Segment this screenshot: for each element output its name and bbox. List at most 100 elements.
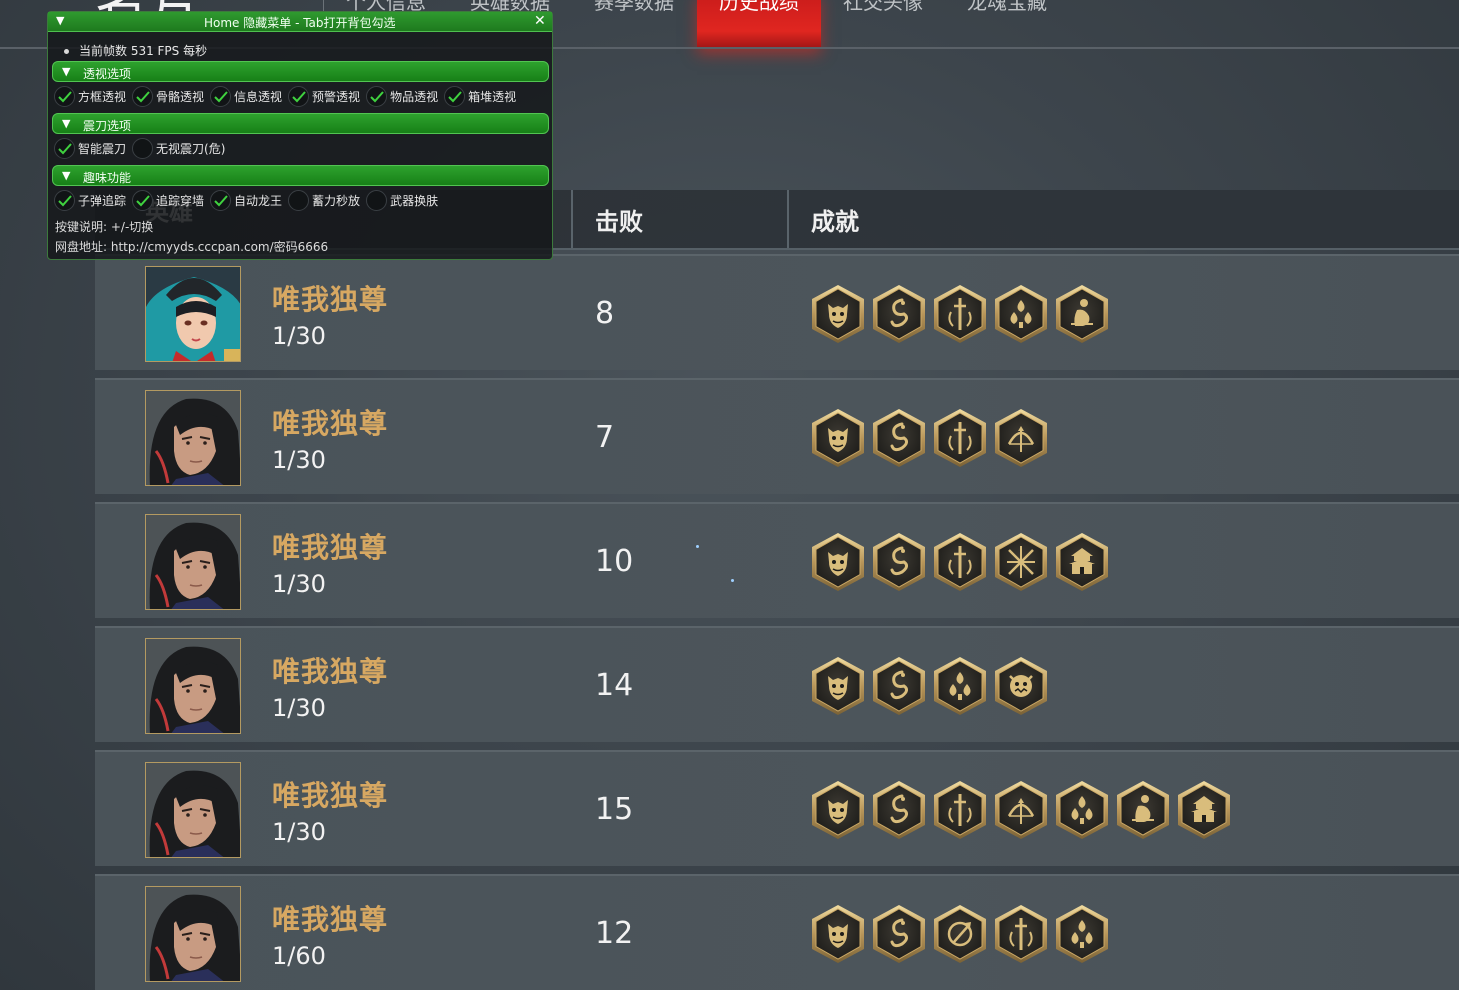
hero-name: 唯我独尊 [272, 531, 389, 564]
key-hint: 按键说明: +/-切换 [55, 220, 154, 234]
demon-mask-icon[interactable] [811, 780, 865, 840]
collapse-triangle-icon[interactable]: ▼ [62, 65, 70, 78]
section-blade-options[interactable]: ▼ 震刀选项 [52, 113, 549, 134]
section-label: 透视选项 [83, 67, 132, 81]
checkmark-icon[interactable] [444, 86, 466, 107]
checkbox-option[interactable]: 骨骼透视 [132, 86, 204, 107]
checkbox-option[interactable]: 武器换肤 [366, 190, 438, 211]
checkmark-icon[interactable] [288, 86, 310, 107]
checkmark-icon[interactable] [366, 86, 388, 107]
option-label: 方框透视 [78, 90, 127, 104]
table-row[interactable]: 唯我独尊 1/60 12 [95, 874, 1459, 990]
tab-label: 社交头像 [843, 0, 923, 14]
checkbox-option[interactable]: 子弹追踪 [54, 190, 126, 211]
checkmark-icon[interactable] [54, 138, 75, 159]
achievement-list [811, 656, 1048, 716]
checkbox-option[interactable]: 追踪穿墙 [132, 190, 204, 211]
pagoda-icon[interactable] [1177, 780, 1231, 840]
empty-checkbox-icon[interactable] [132, 138, 154, 159]
option-label: 信息透视 [234, 90, 283, 104]
checkbox-option[interactable]: 预警透视 [288, 86, 360, 107]
dragon-icon[interactable] [872, 656, 926, 716]
dragon-icon[interactable] [872, 408, 926, 468]
hero-name: 唯我独尊 [272, 779, 389, 812]
tab-match-history[interactable]: 历史战绩 [697, 0, 821, 48]
checkbox-option[interactable]: 物品透视 [366, 86, 438, 107]
crossed-swords-icon[interactable] [933, 532, 987, 592]
section-esp-options[interactable]: ▼ 透视选项 [52, 61, 549, 82]
checkbox-option[interactable]: 蓄力秒放 [288, 190, 360, 211]
checkmark-icon[interactable] [132, 86, 154, 107]
demon-mask-icon[interactable] [811, 656, 865, 716]
crouching-figure-icon[interactable] [1055, 284, 1109, 344]
hero-rank: 1/30 [272, 818, 326, 846]
collapse-triangle-icon[interactable]: ▼ [62, 169, 70, 182]
checkbox-row: 方框透视 骨骼透视 信息透视 预警透视 物品透视 箱堆透视 [54, 86, 522, 107]
spade-flowers-icon[interactable] [933, 656, 987, 716]
checkbox-option[interactable]: 自动龙王 [210, 190, 282, 211]
spade-flowers-icon[interactable] [994, 284, 1048, 344]
kill-count: 8 [595, 296, 615, 331]
header-achievements: 成就 [811, 207, 859, 236]
demon-mask-icon[interactable] [811, 408, 865, 468]
tab-label: 赛季数据 [594, 0, 674, 14]
close-icon[interactable]: ✕ [534, 13, 546, 29]
crossed-swords-icon[interactable] [933, 284, 987, 344]
demon-mask-icon[interactable] [811, 904, 865, 964]
spade-flowers-icon[interactable] [1055, 780, 1109, 840]
crossed-swords-icon[interactable] [933, 780, 987, 840]
demon-mask-icon[interactable] [811, 532, 865, 592]
table-row[interactable]: 唯我独尊 1/30 14 [95, 626, 1459, 742]
checkbox-option[interactable]: 方框透视 [54, 86, 126, 107]
header-divider [571, 190, 573, 248]
demon-mask-icon[interactable] [811, 284, 865, 344]
option-label: 子弹追踪 [78, 194, 127, 208]
empty-checkbox-icon[interactable] [366, 190, 388, 211]
empty-checkbox-icon[interactable] [288, 190, 310, 211]
tab-dragon-treasure[interactable]: 龙魂宝藏 [945, 0, 1069, 48]
table-row[interactable]: 唯我独尊 1/30 8 [95, 254, 1459, 370]
checkbox-option[interactable]: 无视震刀(危) [132, 138, 225, 159]
crossed-spears-icon[interactable] [994, 532, 1048, 592]
dragon-icon[interactable] [872, 532, 926, 592]
dragon-icon[interactable] [872, 780, 926, 840]
checkmark-icon[interactable] [54, 86, 75, 107]
spade-flowers-icon[interactable] [1055, 904, 1109, 964]
option-label: 自动龙王 [234, 194, 283, 208]
dragon-icon[interactable] [872, 284, 926, 344]
option-label: 无视震刀(危) [156, 142, 226, 156]
beast-head-icon[interactable] [994, 656, 1048, 716]
section-fun-features[interactable]: ▼ 趣味功能 [52, 165, 549, 186]
hero-rank: 1/30 [272, 322, 326, 350]
checkbox-option[interactable]: 信息透视 [210, 86, 282, 107]
bow-icon[interactable] [994, 780, 1048, 840]
crossed-swords-icon[interactable] [933, 408, 987, 468]
checkmark-icon[interactable] [210, 190, 232, 211]
checkmark-icon[interactable] [132, 190, 154, 211]
overlay-title: Home 隐藏菜单 - Tab打开背包勾选 [204, 16, 396, 30]
checkmark-icon[interactable] [54, 190, 75, 211]
bow-icon[interactable] [994, 408, 1048, 468]
overlay-titlebar[interactable]: ▼ Home 隐藏菜单 - Tab打开背包勾选 ✕ [48, 12, 552, 32]
table-row[interactable]: 唯我独尊 1/30 15 [95, 750, 1459, 866]
tab-season-data[interactable]: 赛季数据 [572, 0, 696, 48]
collapse-triangle-icon[interactable]: ▼ [62, 117, 70, 130]
crouching-figure-icon[interactable] [1116, 780, 1170, 840]
table-row[interactable]: 唯我独尊 1/30 10 [95, 502, 1459, 618]
checkbox-option[interactable]: 箱堆透视 [444, 86, 516, 107]
dragon-icon[interactable] [872, 904, 926, 964]
sparkle-effect [731, 579, 734, 582]
checkbox-option[interactable]: 智能震刀 [54, 138, 126, 159]
overlay-menu[interactable]: ▼ Home 隐藏菜单 - Tab打开背包勾选 ✕ 当前帧数 531 FPS 每… [47, 11, 553, 260]
hero-name: 唯我独尊 [272, 655, 389, 688]
spiral-arrow-icon[interactable] [933, 904, 987, 964]
checkmark-icon[interactable] [210, 86, 232, 107]
collapse-triangle-icon[interactable]: ▼ [56, 14, 64, 27]
checkbox-row: 子弹追踪 追踪穿墙 自动龙王 蓄力秒放 武器换肤 [54, 190, 444, 211]
tab-social-avatar[interactable]: 社交头像 [821, 0, 945, 48]
crossed-swords-icon[interactable] [994, 904, 1048, 964]
hero-avatar [145, 638, 241, 734]
table-row[interactable]: 唯我独尊 1/30 7 [95, 378, 1459, 494]
pagoda-icon[interactable] [1055, 532, 1109, 592]
hero-name: 唯我独尊 [272, 407, 389, 440]
